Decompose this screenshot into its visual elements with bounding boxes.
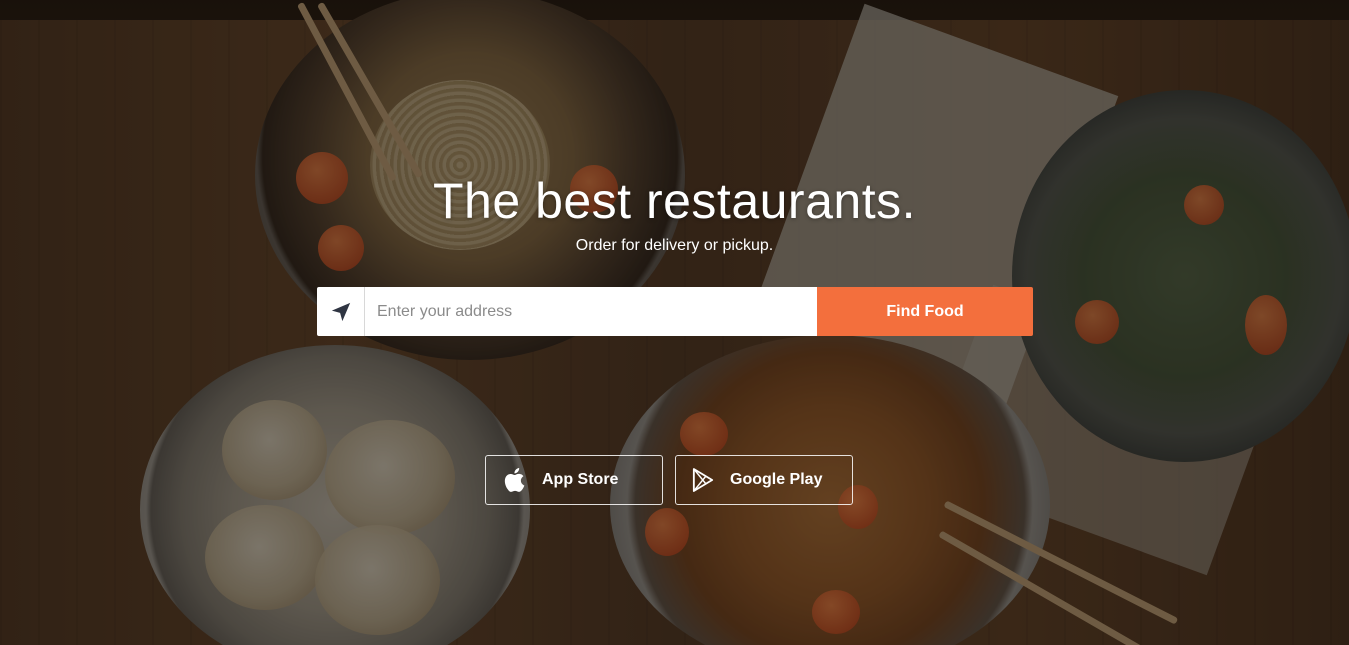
apple-icon — [486, 467, 542, 493]
app-store-label: App Store — [542, 471, 619, 488]
google-play-button[interactable]: Google Play — [675, 455, 853, 505]
address-search-bar: Find Food — [317, 287, 1033, 336]
page-title: The best restaurants. — [433, 173, 916, 229]
address-input[interactable] — [365, 287, 817, 336]
page-subtitle: Order for delivery or pickup. — [575, 237, 774, 254]
google-play-label: Google Play — [730, 471, 823, 488]
find-food-button[interactable]: Find Food — [817, 287, 1033, 336]
app-store-button[interactable]: App Store — [485, 455, 663, 505]
navigation-arrow-icon — [331, 302, 350, 321]
play-store-icon — [676, 468, 730, 492]
use-location-button[interactable] — [317, 287, 365, 336]
